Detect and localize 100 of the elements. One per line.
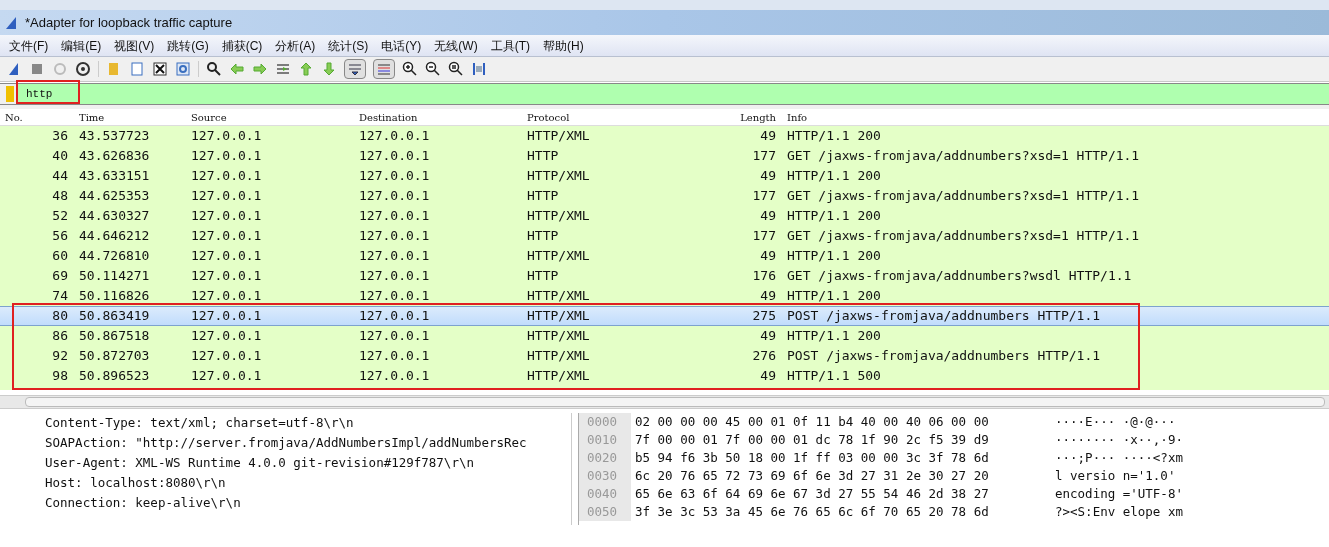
table-cell-text: HTTP/XML: [526, 127, 591, 146]
menu-item[interactable]: 视图(V): [114, 36, 155, 55]
packet-row[interactable]: 52 44.630327 127.0.0.1 127.0.0.1 HTTP/XML 49 HTTP/1.1 200: [0, 206, 1329, 226]
zoom-reset-icon[interactable]: [448, 61, 464, 77]
table-cell-text: 127.0.0.1: [358, 147, 431, 166]
packet-row[interactable]: 48 44.625353 127.0.0.1 127.0.0.1 HTTP 177 GET /jaxws-fromjava/addnumbers?xsd=1 HTTP/1.1: [0, 186, 1329, 206]
column-header[interactable]: Source: [186, 109, 354, 125]
table-cell-text: 127.0.0.1: [190, 287, 263, 306]
table-cell-text: 127.0.0.1: [358, 287, 431, 306]
column-header[interactable]: Protocol: [522, 109, 690, 125]
table-cell-text: HTTP/1.1 200: [786, 287, 882, 306]
detail-line[interactable]: Host: localhost:8080\r\n: [45, 473, 571, 493]
menu-item[interactable]: 统计(S): [328, 36, 369, 55]
arrow-up-icon[interactable]: [298, 61, 314, 77]
packet-row[interactable]: 40 43.626836 127.0.0.1 127.0.0.1 HTTP 177 GET /jaxws-fromjava/addnumbers?xsd=1 HTTP/1.1: [0, 146, 1329, 166]
hex-bytes: 65 6e 63 6f 64 69 6e 67 3d 27 55 54 46 2d 38 27: [634, 484, 990, 503]
ascii-text: ····E··· ·@·@···: [1054, 412, 1176, 431]
table-cell-text: 50.867518: [78, 327, 151, 346]
table-cell-text: GET /jaxws-fromjava/addnumbers?xsd=1 HTTP/1.1: [786, 187, 1141, 206]
arrow-right-icon[interactable]: [252, 61, 268, 77]
autoscroll-toggle[interactable]: [344, 59, 366, 79]
table-cell-text: 127.0.0.1: [358, 207, 431, 226]
packet-row[interactable]: 36 43.537723 127.0.0.1 127.0.0.1 HTTP/XML 49 HTTP/1.1 200: [0, 126, 1329, 146]
menu-item[interactable]: 捕获(C): [221, 36, 263, 55]
close-file-icon[interactable]: [152, 61, 168, 77]
table-cell-text: 127.0.0.1: [190, 247, 263, 266]
arrow-down-icon[interactable]: [321, 61, 337, 77]
table-cell-text: 127.0.0.1: [358, 187, 431, 206]
table-cell-text: 127.0.0.1: [190, 367, 263, 386]
filter-field[interactable]: http: [18, 84, 1329, 104]
column-header[interactable]: Length: [690, 109, 782, 125]
column-header[interactable]: No.: [0, 109, 74, 125]
menu-item[interactable]: 无线(W): [434, 36, 478, 55]
table-cell-text: 49: [759, 327, 777, 346]
detail-line[interactable]: Connection: keep-alive\r\n: [45, 493, 571, 513]
table-cell-text: 50.872703: [78, 347, 151, 366]
ascii-text: encoding ='UTF-8': [1054, 484, 1183, 503]
column-header[interactable]: Info: [782, 109, 1329, 125]
packet-row[interactable]: 80 50.863419 127.0.0.1 127.0.0.1 HTTP/XML 275 POST /jaxws-fromjava/addnumbers HTTP/1.1: [0, 306, 1329, 326]
table-cell-text: POST /jaxws-fromjava/addnumbers HTTP/1.1: [786, 347, 1102, 366]
table-cell-text: 49: [759, 207, 777, 226]
hex-bytes: 7f 00 00 01 7f 00 00 01 dc 78 1f 90 2c f5 39 d9: [634, 430, 990, 449]
arrow-left-icon[interactable]: [229, 61, 245, 77]
table-cell-text: 44.625353: [78, 187, 151, 206]
packet-row[interactable]: 60 44.726810 127.0.0.1 127.0.0.1 HTTP/XML 49 HTTP/1.1 200: [0, 246, 1329, 266]
table-cell-text: HTTP/1.1 200: [786, 127, 882, 146]
menu-item[interactable]: 工具(T): [490, 36, 530, 55]
menu-item[interactable]: 编辑(E): [61, 36, 102, 55]
table-cell-text: 36: [51, 127, 69, 146]
menu-item[interactable]: 分析(A): [275, 36, 316, 55]
table-cell-text: 40: [51, 147, 69, 166]
packet-row[interactable]: 86 50.867518 127.0.0.1 127.0.0.1 HTTP/XML 49 HTTP/1.1 200: [0, 326, 1329, 346]
table-cell-text: 127.0.0.1: [190, 267, 263, 286]
detail-line[interactable]: Content-Type: text/xml; charset=utf-8\r\n: [45, 413, 571, 433]
table-cell-text: HTTP/XML: [526, 327, 591, 346]
menu-item[interactable]: 帮助(H): [543, 36, 584, 55]
colorize-toggle[interactable]: [373, 59, 395, 79]
zoom-out-icon[interactable]: [425, 61, 441, 77]
table-cell-text: 127.0.0.1: [358, 327, 431, 346]
table-cell-text: HTTP/1.1 200: [786, 207, 882, 226]
offset: 0030: [579, 467, 631, 485]
stop-icon[interactable]: [29, 61, 45, 77]
detail-line[interactable]: SOAPAction: "http://server.fromjava/AddNumbersImpl/addNumbersRec: [45, 433, 571, 453]
table-cell-text: 127.0.0.1: [358, 347, 431, 366]
table-cell-text: 127.0.0.1: [190, 327, 263, 346]
offset: 0020: [579, 449, 631, 467]
table-cell-text: 50.116826: [78, 287, 151, 306]
file-icon[interactable]: [129, 61, 145, 77]
packet-row[interactable]: 98 50.896523 127.0.0.1 127.0.0.1 HTTP/XML 49 HTTP/1.1 500: [0, 366, 1329, 386]
fin-icon: [5, 15, 19, 30]
packet-row[interactable]: 74 50.116826 127.0.0.1 127.0.0.1 HTTP/XML 49 HTTP/1.1 200: [0, 286, 1329, 306]
packet-row[interactable]: 69 50.114271 127.0.0.1 127.0.0.1 HTTP 176 GET /jaxws-fromjava/addnumbers?wsdl HTTP/1.1: [0, 266, 1329, 286]
horizontal-scrollbar[interactable]: [0, 395, 1329, 409]
menu-item[interactable]: 电话(Y): [381, 36, 422, 55]
table-cell-text: 60: [51, 247, 69, 266]
column-header[interactable]: Destination: [354, 109, 522, 125]
hex-bytes: 02 00 00 00 45 00 01 0f 11 b4 40 00 40 06 00 00: [634, 412, 990, 431]
packet-row[interactable]: 92 50.872703 127.0.0.1 127.0.0.1 HTTP/XML 276 POST /jaxws-fromjava/addnumbers HTTP/1.1: [0, 346, 1329, 366]
column-header[interactable]: Time: [74, 109, 186, 125]
table-cell-text: 50.114271: [78, 267, 151, 286]
table-cell-text: HTTP/XML: [526, 167, 591, 186]
packet-row[interactable]: 56 44.646212 127.0.0.1 127.0.0.1 HTTP 177 GET /jaxws-fromjava/addnumbers?xsd=1 HTTP/1.1: [0, 226, 1329, 246]
table-cell-text: 127.0.0.1: [190, 167, 263, 186]
table-cell-text: 92: [51, 347, 69, 366]
table-cell-text: 127.0.0.1: [358, 367, 431, 386]
window-title: *Adapter for loopback traffic capture: [25, 13, 233, 32]
resize-columns-icon[interactable]: [471, 61, 487, 77]
hex-bytes: 3f 3e 3c 53 3a 45 6e 76 65 6c 6f 70 65 20 78 6d: [634, 502, 990, 521]
table-cell-text: HTTP/XML: [526, 287, 591, 306]
zoom-in-icon[interactable]: [402, 61, 418, 77]
settings-icon[interactable]: [75, 61, 91, 77]
offset: 0050: [579, 503, 631, 521]
menu-item[interactable]: 文件(F): [9, 36, 49, 55]
search-icon[interactable]: [206, 61, 222, 77]
table-cell-text: 52: [51, 207, 69, 226]
menu-item[interactable]: 跳转(G): [167, 36, 209, 55]
detail-line[interactable]: User-Agent: XML-WS Runtime 4.0.0 git-revision#129f787\r\n: [45, 453, 571, 473]
packet-row[interactable]: 44 43.633151 127.0.0.1 127.0.0.1 HTTP/XML 49 HTTP/1.1 200: [0, 166, 1329, 186]
table-cell-text: 127.0.0.1: [190, 307, 263, 326]
table-cell-text: 127.0.0.1: [190, 127, 263, 146]
